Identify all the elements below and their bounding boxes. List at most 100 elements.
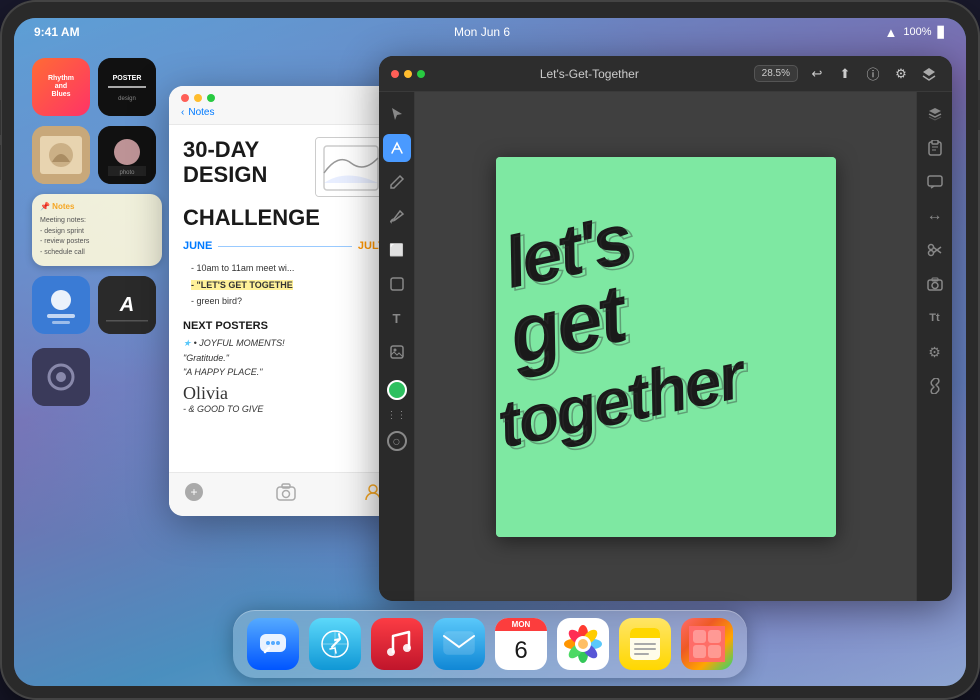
app-row-2: photo [32, 126, 162, 184]
eraser-tool[interactable]: ⬜ [383, 236, 411, 264]
rhythm-app-icon[interactable]: RhythmandBlues [32, 58, 90, 116]
circle-tool[interactable]: ○ [387, 431, 407, 451]
image-tool[interactable] [383, 338, 411, 366]
home-screen-apps: RhythmandBlues POSTER design [32, 58, 162, 406]
notes-back-label: Notes [188, 107, 214, 118]
volume-up-button[interactable] [0, 100, 1, 135]
poster-item-1: ★ • JOYFUL MOMENTS! [183, 338, 385, 349]
app-row-1: RhythmandBlues POSTER design [32, 58, 162, 116]
design-right-panel: ↔ [916, 92, 952, 601]
undo-button[interactable]: ↩ [806, 63, 828, 85]
photo-app-icon-1[interactable] [32, 126, 90, 184]
battery-text: 100% [903, 26, 931, 38]
date-from: JUNE [183, 240, 212, 252]
note-line-1: - 10am to 11am meet wi... [183, 262, 385, 275]
ipad-screen: 9:41 AM Mon Jun 6 ▲ 100% ▊ RhythmandBlue… [14, 18, 966, 686]
notes-footer: + [169, 472, 399, 516]
zoom-level[interactable]: 28.5% [754, 65, 798, 82]
svg-text:design: design [118, 96, 136, 102]
clipboard-panel-button[interactable] [921, 134, 949, 162]
scissors-button[interactable] [921, 236, 949, 264]
volume-down-button[interactable] [0, 145, 1, 180]
more-tools-dots[interactable]: ⋮⋮ [387, 410, 407, 421]
battery-icon: ▊ [938, 26, 946, 39]
design-maximize-dot[interactable] [417, 70, 425, 78]
notes-sketch [315, 137, 385, 197]
status-bar: 9:41 AM Mon Jun 6 ▲ 100% ▊ [14, 18, 966, 46]
note-line-3: - green bird? [183, 295, 385, 308]
share-button[interactable]: ⬆ [834, 63, 856, 85]
dock-photos-icon[interactable] [557, 618, 609, 670]
dock-messages-icon[interactable] [247, 618, 299, 670]
calendar-day: 6 [514, 631, 527, 670]
design-toolbar-actions: ↩ ⬆ ⓘ ⚙ [806, 63, 940, 85]
pencil-tool[interactable] [383, 168, 411, 196]
close-dot[interactable] [181, 94, 189, 102]
chevron-left-icon: ‹ [181, 107, 184, 118]
status-icons: ▲ 100% ▊ [885, 25, 946, 40]
svg-text:photo: photo [119, 170, 135, 176]
notes-window: ‹ Notes 30-DAY DESIGN CHALLENGE [169, 86, 399, 516]
note-line-2: - "LET'S GET TOGETHE [183, 279, 385, 292]
status-time: 9:41 AM [34, 25, 80, 39]
text-tool[interactable]: T [383, 304, 411, 332]
design-main-content: ⬜ T [379, 92, 952, 601]
note-highlight: - "LET'S GET TOGETHE [191, 280, 293, 290]
notes-section-header: NEXT POSTERS [183, 320, 385, 332]
settings-panel-button[interactable]: ⚙ [921, 338, 949, 366]
dock: MON 6 [233, 610, 747, 678]
minimize-dot[interactable] [194, 94, 202, 102]
link-button[interactable] [921, 372, 949, 400]
notes-content: 30-DAY DESIGN CHALLENGE JUNE JULY - 10am… [169, 125, 399, 475]
camera-panel-button[interactable] [921, 270, 949, 298]
design-canvas[interactable]: let's get together let's get together [415, 92, 916, 601]
design-titlebar: Let's-Get-Together 28.5% ↩ ⬆ ⓘ ⚙ [379, 56, 952, 92]
shape-tool[interactable] [383, 270, 411, 298]
status-date: Mon Jun 6 [454, 25, 510, 39]
add-note-button[interactable]: + [185, 483, 209, 507]
transform-button[interactable]: ↔ [921, 202, 949, 230]
settings-like-icon[interactable] [32, 348, 90, 406]
design-close-dot[interactable] [391, 70, 399, 78]
black-poster-icon[interactable]: POSTER design [98, 58, 156, 116]
color-picker-dot[interactable] [387, 380, 407, 400]
svg-text:POSTER: POSTER [113, 75, 142, 82]
sticky-note-widget: 📌 Notes Meeting notes:- design sprint- r… [32, 194, 162, 266]
dock-calendar-icon[interactable]: MON 6 [495, 618, 547, 670]
poster-item-2: "Gratitude." [183, 353, 385, 363]
maximize-dot[interactable] [207, 94, 215, 102]
comment-button[interactable] [921, 168, 949, 196]
dock-music-icon[interactable] [371, 618, 423, 670]
design-left-toolbar: ⬜ T [379, 92, 415, 601]
svg-text:A: A [119, 294, 134, 316]
brush-tool[interactable] [383, 202, 411, 230]
pen-tool[interactable] [383, 134, 411, 162]
artwork-canvas: let's get together let's get together [496, 157, 836, 537]
notes-back-nav[interactable]: ‹ Notes [181, 107, 387, 118]
design-window-dots [391, 70, 425, 78]
text-style-button[interactable]: Tt [921, 304, 949, 332]
artwork-svg: let's get together let's get together [496, 157, 836, 537]
dark-poster-icon[interactable]: A [98, 276, 156, 334]
layers-panel-button[interactable] [921, 100, 949, 128]
camera-button[interactable] [276, 483, 296, 506]
window-dots [181, 94, 387, 102]
layers-button[interactable] [918, 63, 940, 85]
notes-signature: Olivia [183, 383, 385, 404]
dock-safari-icon[interactable] [309, 618, 361, 670]
design-minimize-dot[interactable] [404, 70, 412, 78]
selection-tool[interactable] [383, 100, 411, 128]
dock-mail-icon[interactable] [433, 618, 485, 670]
dock-spark-icon[interactable] [681, 618, 733, 670]
settings-button[interactable]: ⚙ [890, 63, 912, 85]
dock-notes-icon[interactable] [619, 618, 671, 670]
date-separator [218, 246, 352, 248]
blue-app-icon[interactable] [32, 276, 90, 334]
notes-titlebar: ‹ Notes [169, 86, 399, 125]
bottom-icon-row [32, 348, 162, 406]
photo-app-icon-2[interactable]: photo [98, 126, 156, 184]
info-button[interactable]: ⓘ [862, 63, 884, 85]
poster-item-3: "A HAPPY PLACE." [183, 367, 385, 377]
design-app-window: Let's-Get-Together 28.5% ↩ ⬆ ⓘ ⚙ [379, 56, 952, 601]
ipad-frame: 9:41 AM Mon Jun 6 ▲ 100% ▊ RhythmandBlue… [0, 0, 980, 700]
